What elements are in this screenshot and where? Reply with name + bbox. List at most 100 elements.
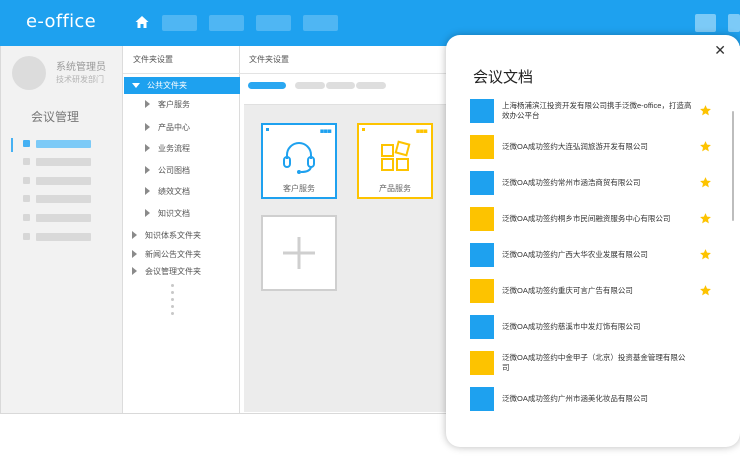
sidebar-menu-item-3[interactable] (11, 175, 111, 187)
home-icon[interactable] (134, 14, 150, 30)
document-color-tag (470, 387, 494, 411)
content-tab[interactable] (356, 82, 386, 89)
nav-tab-3[interactable] (256, 15, 291, 31)
tree-root-item[interactable]: 知识体系文件夹 (132, 227, 201, 245)
user-department: 技术研发部门 (56, 75, 104, 84)
document-list-item[interactable]: 泛微OA成功签约常州市涵浩商贸有限公司 (470, 171, 716, 197)
menu-bullet-icon (23, 177, 30, 184)
meeting-documents-popup: ✕ 会议文档 上海杨浦滨江投资开发有限公司携手泛微e-office，打造高效办公… (446, 35, 740, 447)
document-list-item[interactable]: 泛微OA成功签约大连弘润旅游开发有限公司 (470, 135, 716, 161)
star-icon[interactable] (699, 104, 712, 117)
expand-arrow-icon[interactable] (132, 83, 140, 88)
tree-root-item[interactable]: 新闻公告文件夹 (132, 246, 201, 264)
collapse-arrow-icon[interactable] (132, 231, 137, 239)
menu-item-placeholder (36, 195, 91, 203)
document-color-tag (470, 315, 494, 339)
top-right-action[interactable] (695, 14, 716, 32)
more-options-icon[interactable]: ▪▪▪ (320, 128, 332, 135)
document-list-item[interactable]: 泛微OA成功签约中金甲子（北京）投资基金管理有限公司 (470, 351, 716, 377)
menu-bullet-icon (23, 233, 30, 240)
collapse-arrow-icon[interactable] (145, 166, 150, 174)
avatar[interactable] (12, 56, 46, 90)
sidebar-menu-item-5[interactable] (11, 212, 111, 224)
tree-child-item[interactable]: 绩效文档 (145, 183, 190, 201)
tree-item-label: 绩效文档 (158, 187, 190, 196)
document-list-item[interactable]: 上海杨浦滨江投资开发有限公司携手泛微e-office，打造高效办公平台 (470, 99, 716, 125)
nav-tab-1[interactable] (162, 15, 197, 31)
tree-item-label: 产品中心 (158, 123, 190, 132)
document-title: 泛微OA成功签约慈溪市中发灯饰有限公司 (502, 322, 641, 331)
folder-tile-product-service[interactable]: ▪▪▪ 产品服务 (357, 123, 433, 199)
document-list-item[interactable]: 泛微OA成功签约广西大华农业发展有限公司 (470, 243, 716, 269)
document-title: 泛微OA成功签约大连弘润旅游开发有限公司 (502, 142, 648, 151)
tree-child-item[interactable]: 产品中心 (145, 119, 190, 137)
content-tab[interactable] (326, 82, 355, 89)
menu-bullet-icon (23, 214, 30, 221)
document-color-tag (470, 279, 494, 303)
star-icon[interactable] (699, 176, 712, 189)
tree-child-item[interactable]: 客户服务 (145, 96, 190, 114)
document-list-item[interactable]: 泛微OA成功签约慈溪市中发灯饰有限公司 (470, 315, 716, 341)
menu-item-placeholder (36, 177, 91, 185)
folder-tree-header: 文件夹设置 (123, 46, 240, 74)
close-icon[interactable]: ✕ (714, 43, 726, 59)
collapse-arrow-icon[interactable] (145, 187, 150, 195)
collapse-arrow-icon[interactable] (145, 209, 150, 217)
document-title: 泛微OA成功签约广州市涵美化妆品有限公司 (502, 394, 648, 403)
star-icon[interactable] (699, 248, 712, 261)
folder-tile-label: 客户服务 (283, 184, 315, 193)
tile-corner-mark (362, 128, 365, 131)
sidebar-menu-item-2[interactable] (11, 156, 111, 168)
tree-item-selected[interactable]: 公共文件夹 (124, 77, 240, 94)
menu-item-placeholder (36, 158, 91, 166)
add-folder-button[interactable] (261, 215, 337, 291)
content-tab[interactable] (295, 82, 325, 89)
document-title: 泛微OA成功签约广西大华农业发展有限公司 (502, 250, 648, 259)
tree-child-item[interactable]: 业务流程 (145, 140, 190, 158)
brand-logo: e-office (26, 11, 96, 32)
collapse-arrow-icon[interactable] (132, 267, 137, 275)
star-icon[interactable] (699, 212, 712, 225)
user-sidebar: 系统管理员 技术研发部门 会议管理 (1, 46, 123, 413)
tree-child-item[interactable]: 知识文档 (145, 205, 190, 223)
folder-tile-customer-service[interactable]: ▪▪▪ 客户服务 (261, 123, 337, 199)
app-window: e-office 系统管理员 技术研发部门 会议管理 文件夹设置 公共文件夹 客… (0, 0, 740, 461)
tree-child-item[interactable]: 公司图档 (145, 162, 190, 180)
star-icon[interactable] (699, 140, 712, 153)
document-list-item[interactable]: 泛微OA成功签约重庆可言广告有限公司 (470, 279, 716, 305)
tree-root-item[interactable]: 会议管理文件夹 (132, 263, 201, 281)
product-blocks-icon (381, 140, 411, 171)
content-tab-active[interactable] (248, 82, 286, 89)
collapse-arrow-icon[interactable] (145, 144, 150, 152)
headset-icon (283, 142, 315, 174)
document-color-tag (470, 99, 494, 123)
document-title: 泛微OA成功签约中金甲子（北京）投资基金管理有限公司 (502, 353, 686, 372)
document-title: 泛微OA成功签约桐乡市民间融资服务中心有限公司 (502, 214, 671, 223)
tree-item-label: 业务流程 (158, 144, 190, 153)
collapse-arrow-icon[interactable] (145, 123, 150, 131)
star-icon[interactable] (699, 284, 712, 297)
document-color-tag (470, 207, 494, 231)
document-color-tag (470, 135, 494, 159)
folder-tile-label: 产品服务 (379, 184, 411, 193)
collapse-arrow-icon[interactable] (145, 100, 150, 108)
document-title: 泛微OA成功签约重庆可言广告有限公司 (502, 286, 633, 295)
sidebar-menu-item-6[interactable] (11, 231, 111, 243)
folder-tree-panel: 文件夹设置 公共文件夹 客户服务 产品中心 业务流程 公司图档 绩效文档 知识文… (123, 46, 240, 413)
user-name: 系统管理员 (56, 62, 106, 73)
nav-tab-4[interactable] (303, 15, 338, 31)
sidebar-menu-item-1[interactable] (11, 138, 111, 150)
tree-item-label: 知识文档 (158, 209, 190, 218)
more-dot (171, 284, 174, 287)
document-list-item[interactable]: 泛微OA成功签约广州市涵美化妆品有限公司 (470, 387, 716, 413)
more-dot (171, 305, 174, 308)
nav-tab-2[interactable] (209, 15, 244, 31)
popup-scrollbar[interactable] (732, 111, 734, 221)
top-right-action-2[interactable] (728, 14, 740, 32)
sidebar-menu-item-4[interactable] (11, 193, 111, 205)
more-options-icon[interactable]: ▪▪▪ (416, 128, 428, 135)
document-color-tag (470, 171, 494, 195)
menu-bullet-icon (23, 158, 30, 165)
document-list-item[interactable]: 泛微OA成功签约桐乡市民间融资服务中心有限公司 (470, 207, 716, 233)
collapse-arrow-icon[interactable] (132, 250, 137, 258)
